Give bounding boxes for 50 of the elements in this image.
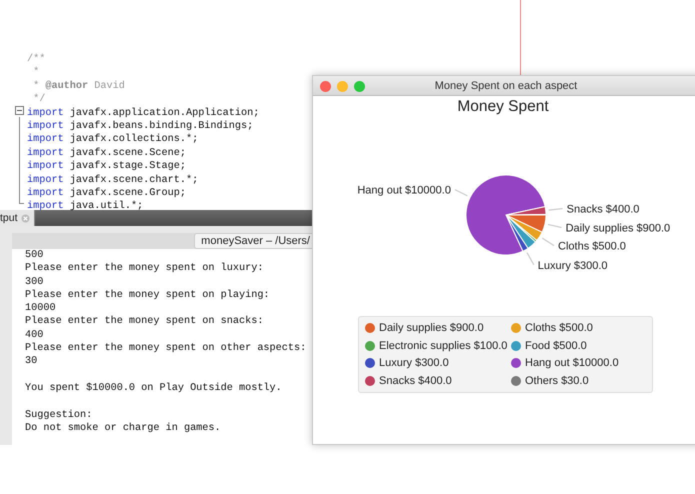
legend-label: Others $30.0: [525, 374, 589, 387]
code-comment: *@author David: [32, 80, 126, 94]
legend-label: Daily supplies $900.0: [379, 322, 484, 334]
slice-label: Snacks $400.0: [566, 204, 640, 216]
console-line: Please enter the money spent on snacks:: [25, 315, 264, 329]
slice-label: Hang out $10000.0: [357, 184, 451, 197]
code-line: import javafx.scene.Group;: [27, 186, 187, 200]
code-line: import javafx.scene.chart.*;: [27, 174, 200, 187]
zoom-button[interactable]: [354, 81, 365, 92]
legend-label: Cloths $500.0: [525, 322, 593, 334]
code-line: import javafx.stage.Stage;: [27, 160, 187, 174]
code-comment: */: [32, 93, 46, 107]
legend-label: Electronic supplies $100.0: [379, 340, 508, 352]
leader-line: [542, 238, 554, 246]
console-line: Please enter the money spent on luxury:: [25, 262, 264, 276]
leader-line: [454, 189, 468, 196]
console-line: Please enter the money spent on other aspects:: [25, 342, 308, 356]
code-comment: *: [32, 66, 40, 80]
leader-line: [548, 224, 562, 228]
code-line: import javafx.application.Application;: [27, 106, 260, 120]
slice-label: Daily supplies $900.0: [566, 222, 670, 235]
legend-label: Food $500.0: [525, 340, 587, 352]
code-line: import javafx.collections.*;: [27, 133, 200, 147]
console-line: Suggestion:: [25, 408, 94, 422]
slice-label: Cloths $500.0: [558, 240, 626, 253]
leader-line: [548, 208, 563, 211]
legend-label: Hang out $10000.0: [525, 357, 619, 370]
console-line: Please enter the money spent on playing:: [25, 288, 271, 302]
slice-label: Luxury $300.0: [538, 260, 608, 272]
close-button[interactable]: [320, 81, 331, 92]
console-tab[interactable]: moneySaver – /Users/: [194, 233, 312, 249]
console-line: 30: [25, 355, 38, 369]
legend-label: Snacks $400.0: [379, 374, 452, 387]
output-tab[interactable]: tput: [0, 210, 35, 226]
chart-title: Money Spent: [457, 98, 549, 116]
leader-line: [526, 252, 534, 266]
console-line: 10000: [25, 302, 57, 316]
window-title: Money Spent on each aspect: [434, 80, 578, 92]
code-comment: /**: [27, 53, 46, 66]
fold-icon[interactable]: [15, 106, 24, 116]
console-line: 400: [25, 328, 44, 342]
code-line: import javafx.scene.Scene;: [27, 146, 187, 160]
code-line: import javafx.beans.binding.Bindings;: [27, 120, 254, 134]
console-line: 300: [25, 276, 44, 289]
minimize-button[interactable]: [337, 81, 348, 92]
console-line: 500: [25, 249, 44, 262]
legend-label: Luxury $300.0: [379, 357, 449, 370]
console-line: Do not smoke or charge in games.: [25, 422, 222, 436]
close-icon[interactable]: [20, 214, 30, 222]
console-line: You spent $10000.0 on Play Outside mostly.: [25, 382, 283, 396]
